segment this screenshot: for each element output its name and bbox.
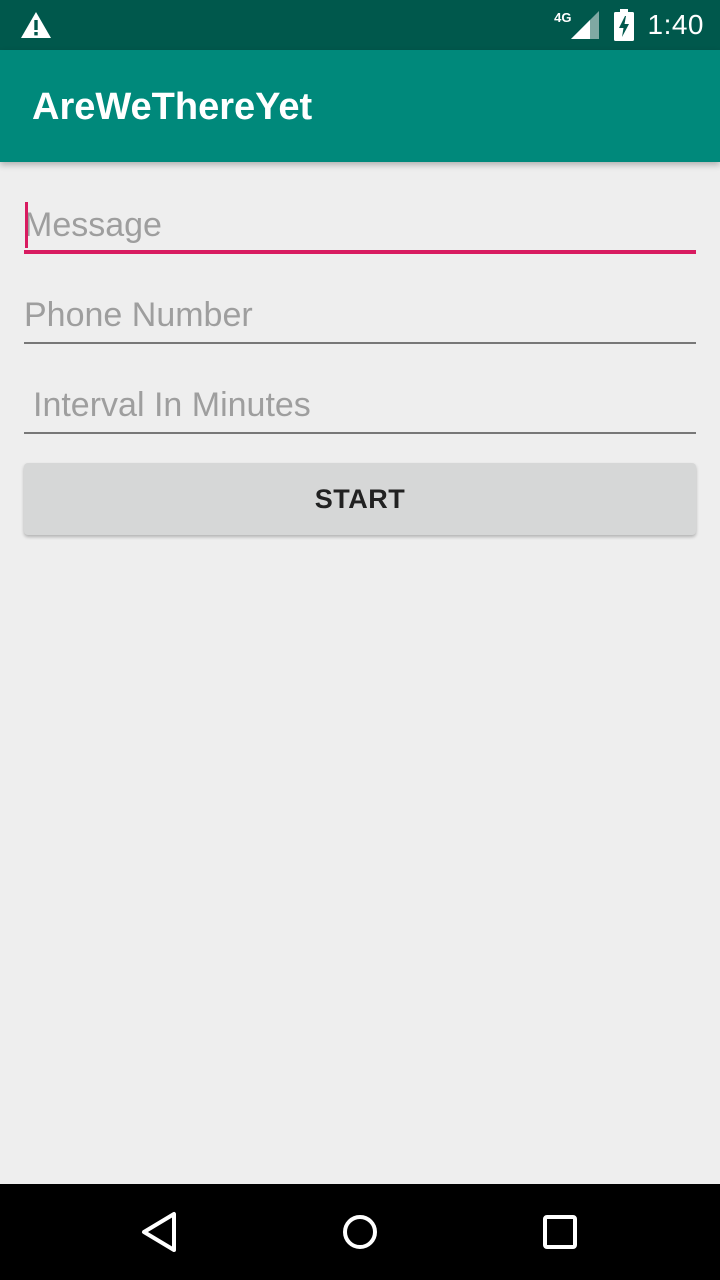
interval-input[interactable]: [24, 378, 696, 432]
phone-underline: [24, 342, 696, 344]
status-icons: 4G 1:40: [554, 0, 704, 50]
status-bar: 4G 1:40: [0, 0, 720, 50]
network-type-label: 4G: [554, 9, 572, 25]
interval-underline: [24, 432, 696, 434]
message-underline: [24, 250, 696, 254]
message-input[interactable]: [24, 198, 696, 252]
app-bar: AreWeThereYet: [0, 50, 720, 162]
navigation-bar: [0, 1184, 720, 1280]
warning-icon: [21, 12, 51, 38]
message-field-container: [24, 198, 696, 254]
screen: 4G 1:40 AreWeThereYet START: [0, 0, 720, 1280]
app-title: AreWeThereYet: [32, 86, 313, 128]
phone-number-input[interactable]: [24, 288, 696, 342]
home-icon[interactable]: [336, 1208, 384, 1256]
phone-field-container: [24, 288, 696, 344]
start-button[interactable]: START: [24, 463, 696, 535]
interval-field-container: [24, 378, 696, 434]
back-icon[interactable]: [136, 1208, 184, 1256]
recents-icon[interactable]: [536, 1208, 584, 1256]
text-cursor: [25, 202, 28, 248]
clock: 1:40: [647, 9, 704, 40]
battery-charging-icon: [613, 9, 634, 41]
signal-icon: [570, 11, 599, 39]
